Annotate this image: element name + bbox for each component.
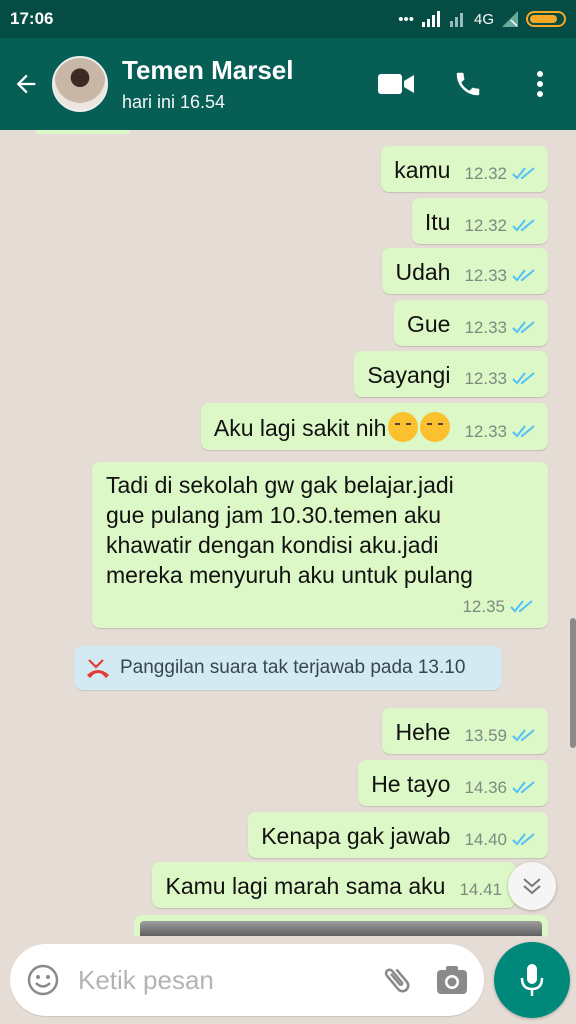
message-input[interactable] <box>78 964 380 996</box>
smiley-icon <box>27 964 59 996</box>
message-time: 12.32 <box>464 164 507 183</box>
phone-icon <box>456 72 480 96</box>
double-check-icon <box>512 167 535 180</box>
signal-secondary-icon <box>449 13 463 27</box>
message-time: 12.33 <box>464 422 507 441</box>
missed-call-icon <box>87 659 109 678</box>
status-time: 17:06 <box>10 9 54 28</box>
message-text-line: Tadi di sekolah gw gak belajar.jadi <box>106 472 454 498</box>
message-bubble[interactable]: Tadi di sekolah gw gak belajar.jadi gue … <box>92 462 548 628</box>
message-time: 12.33 <box>464 266 507 285</box>
missed-call-text: Panggilan suara tak terjawab pada 13.10 <box>120 657 466 678</box>
message-bubble[interactable]: He tayo 14.36 <box>358 760 548 806</box>
message-bubble[interactable]: Udah 12.33 <box>382 248 548 294</box>
double-check-icon <box>512 321 535 334</box>
message-time: 14.40 <box>464 830 507 849</box>
double-check-icon <box>510 600 533 613</box>
camera-button[interactable] <box>436 965 468 995</box>
more-vertical-icon <box>537 71 543 97</box>
message-bubble[interactable]: Kamu lagi marah sama aku 14.41 <box>152 862 516 908</box>
video-call-button[interactable] <box>360 38 432 130</box>
chat-area[interactable]: kamu 12.32 Itu 12.32 Udah 12.33 Gue 12.3… <box>0 130 576 936</box>
voice-message-button[interactable] <box>494 942 570 1018</box>
contact-name: Temen Marsel <box>122 55 294 85</box>
back-button[interactable] <box>0 38 52 130</box>
message-input-container <box>10 944 484 1016</box>
more-dots-icon: ••• <box>398 10 414 28</box>
image-thumbnail <box>140 921 542 936</box>
menu-button[interactable] <box>504 38 576 130</box>
message-bubble[interactable]: Hehe 13.59 <box>382 708 548 754</box>
message-bubble[interactable]: Kenapa gak jawab 14.40 <box>248 812 548 858</box>
message-text: He tayo <box>371 771 451 797</box>
arrow-left-icon <box>16 74 36 94</box>
signal-off-icon <box>502 11 518 27</box>
message-time: 12.33 <box>464 318 507 337</box>
image-message-preview[interactable] <box>134 915 548 936</box>
camera-icon <box>437 966 467 994</box>
message-text-line: mereka menyuruh aku untuk pulang <box>106 562 473 588</box>
scroll-to-bottom-button[interactable] <box>508 862 556 910</box>
double-check-icon <box>512 781 535 794</box>
status-bar: 17:06 ••• 4G <box>0 0 576 38</box>
double-check-icon <box>512 425 535 438</box>
voice-call-button[interactable] <box>432 38 504 130</box>
message-text-line: khawatir dengan kondisi aku.jadi <box>106 532 439 558</box>
double-check-icon <box>512 833 535 846</box>
compose-bar <box>0 936 576 1024</box>
message-text: Gue <box>406 311 451 337</box>
message-text: Aku lagi sakit nih <box>213 415 387 441</box>
contact-avatar[interactable] <box>52 56 108 112</box>
attach-button[interactable] <box>380 963 414 997</box>
scrollbar[interactable] <box>570 618 576 748</box>
message-text: Kamu lagi marah sama aku <box>165 873 446 899</box>
double-check-icon <box>512 372 535 385</box>
message-text-line: gue pulang jam 10.30.temen aku <box>106 502 442 528</box>
double-check-icon <box>512 729 535 742</box>
message-bubble[interactable]: Itu 12.32 <box>411 198 548 244</box>
double-chevron-down-icon <box>523 878 541 895</box>
sneezing-face-emoji-icon <box>420 412 451 442</box>
message-time: 14.41 <box>459 880 502 899</box>
message-text: Kenapa gak jawab <box>261 823 451 849</box>
message-text: Hehe <box>395 719 451 745</box>
message-time: 14.36 <box>464 778 507 797</box>
message-time: 12.32 <box>464 216 507 235</box>
sneezing-face-emoji-icon <box>388 412 419 442</box>
message-time: 12.35 <box>462 597 505 616</box>
contact-info[interactable]: Temen Marsel hari ini 16.54 <box>122 55 293 113</box>
chat-header: Temen Marsel hari ini 16.54 <box>0 38 576 130</box>
message-text: Itu <box>424 209 451 235</box>
message-time: 13.59 <box>464 726 507 745</box>
last-seen: hari ini 16.54 <box>122 92 226 112</box>
network-type: 4G <box>473 10 494 28</box>
signal-icon <box>421 11 440 27</box>
double-check-icon <box>512 269 535 282</box>
previous-message-edge <box>35 130 130 134</box>
message-bubble[interactable]: Gue 12.33 <box>393 300 548 346</box>
battery-icon <box>526 11 566 27</box>
message-text: Sayangi <box>367 362 451 388</box>
double-check-icon <box>512 219 535 232</box>
message-bubble[interactable]: Aku lagi sakit nih 12.33 <box>200 403 548 450</box>
message-text: kamu <box>394 157 451 183</box>
message-bubble[interactable]: kamu 12.32 <box>381 146 548 192</box>
microphone-icon <box>520 964 544 996</box>
video-camera-icon <box>378 74 414 94</box>
message-text: Udah <box>395 259 451 285</box>
missed-call-notice[interactable]: Panggilan suara tak terjawab pada 13.10 <box>74 646 502 690</box>
paperclip-icon <box>384 968 410 993</box>
message-bubble[interactable]: Sayangi 12.33 <box>354 351 548 397</box>
message-time: 12.33 <box>464 369 507 388</box>
emoji-button[interactable] <box>26 963 60 997</box>
